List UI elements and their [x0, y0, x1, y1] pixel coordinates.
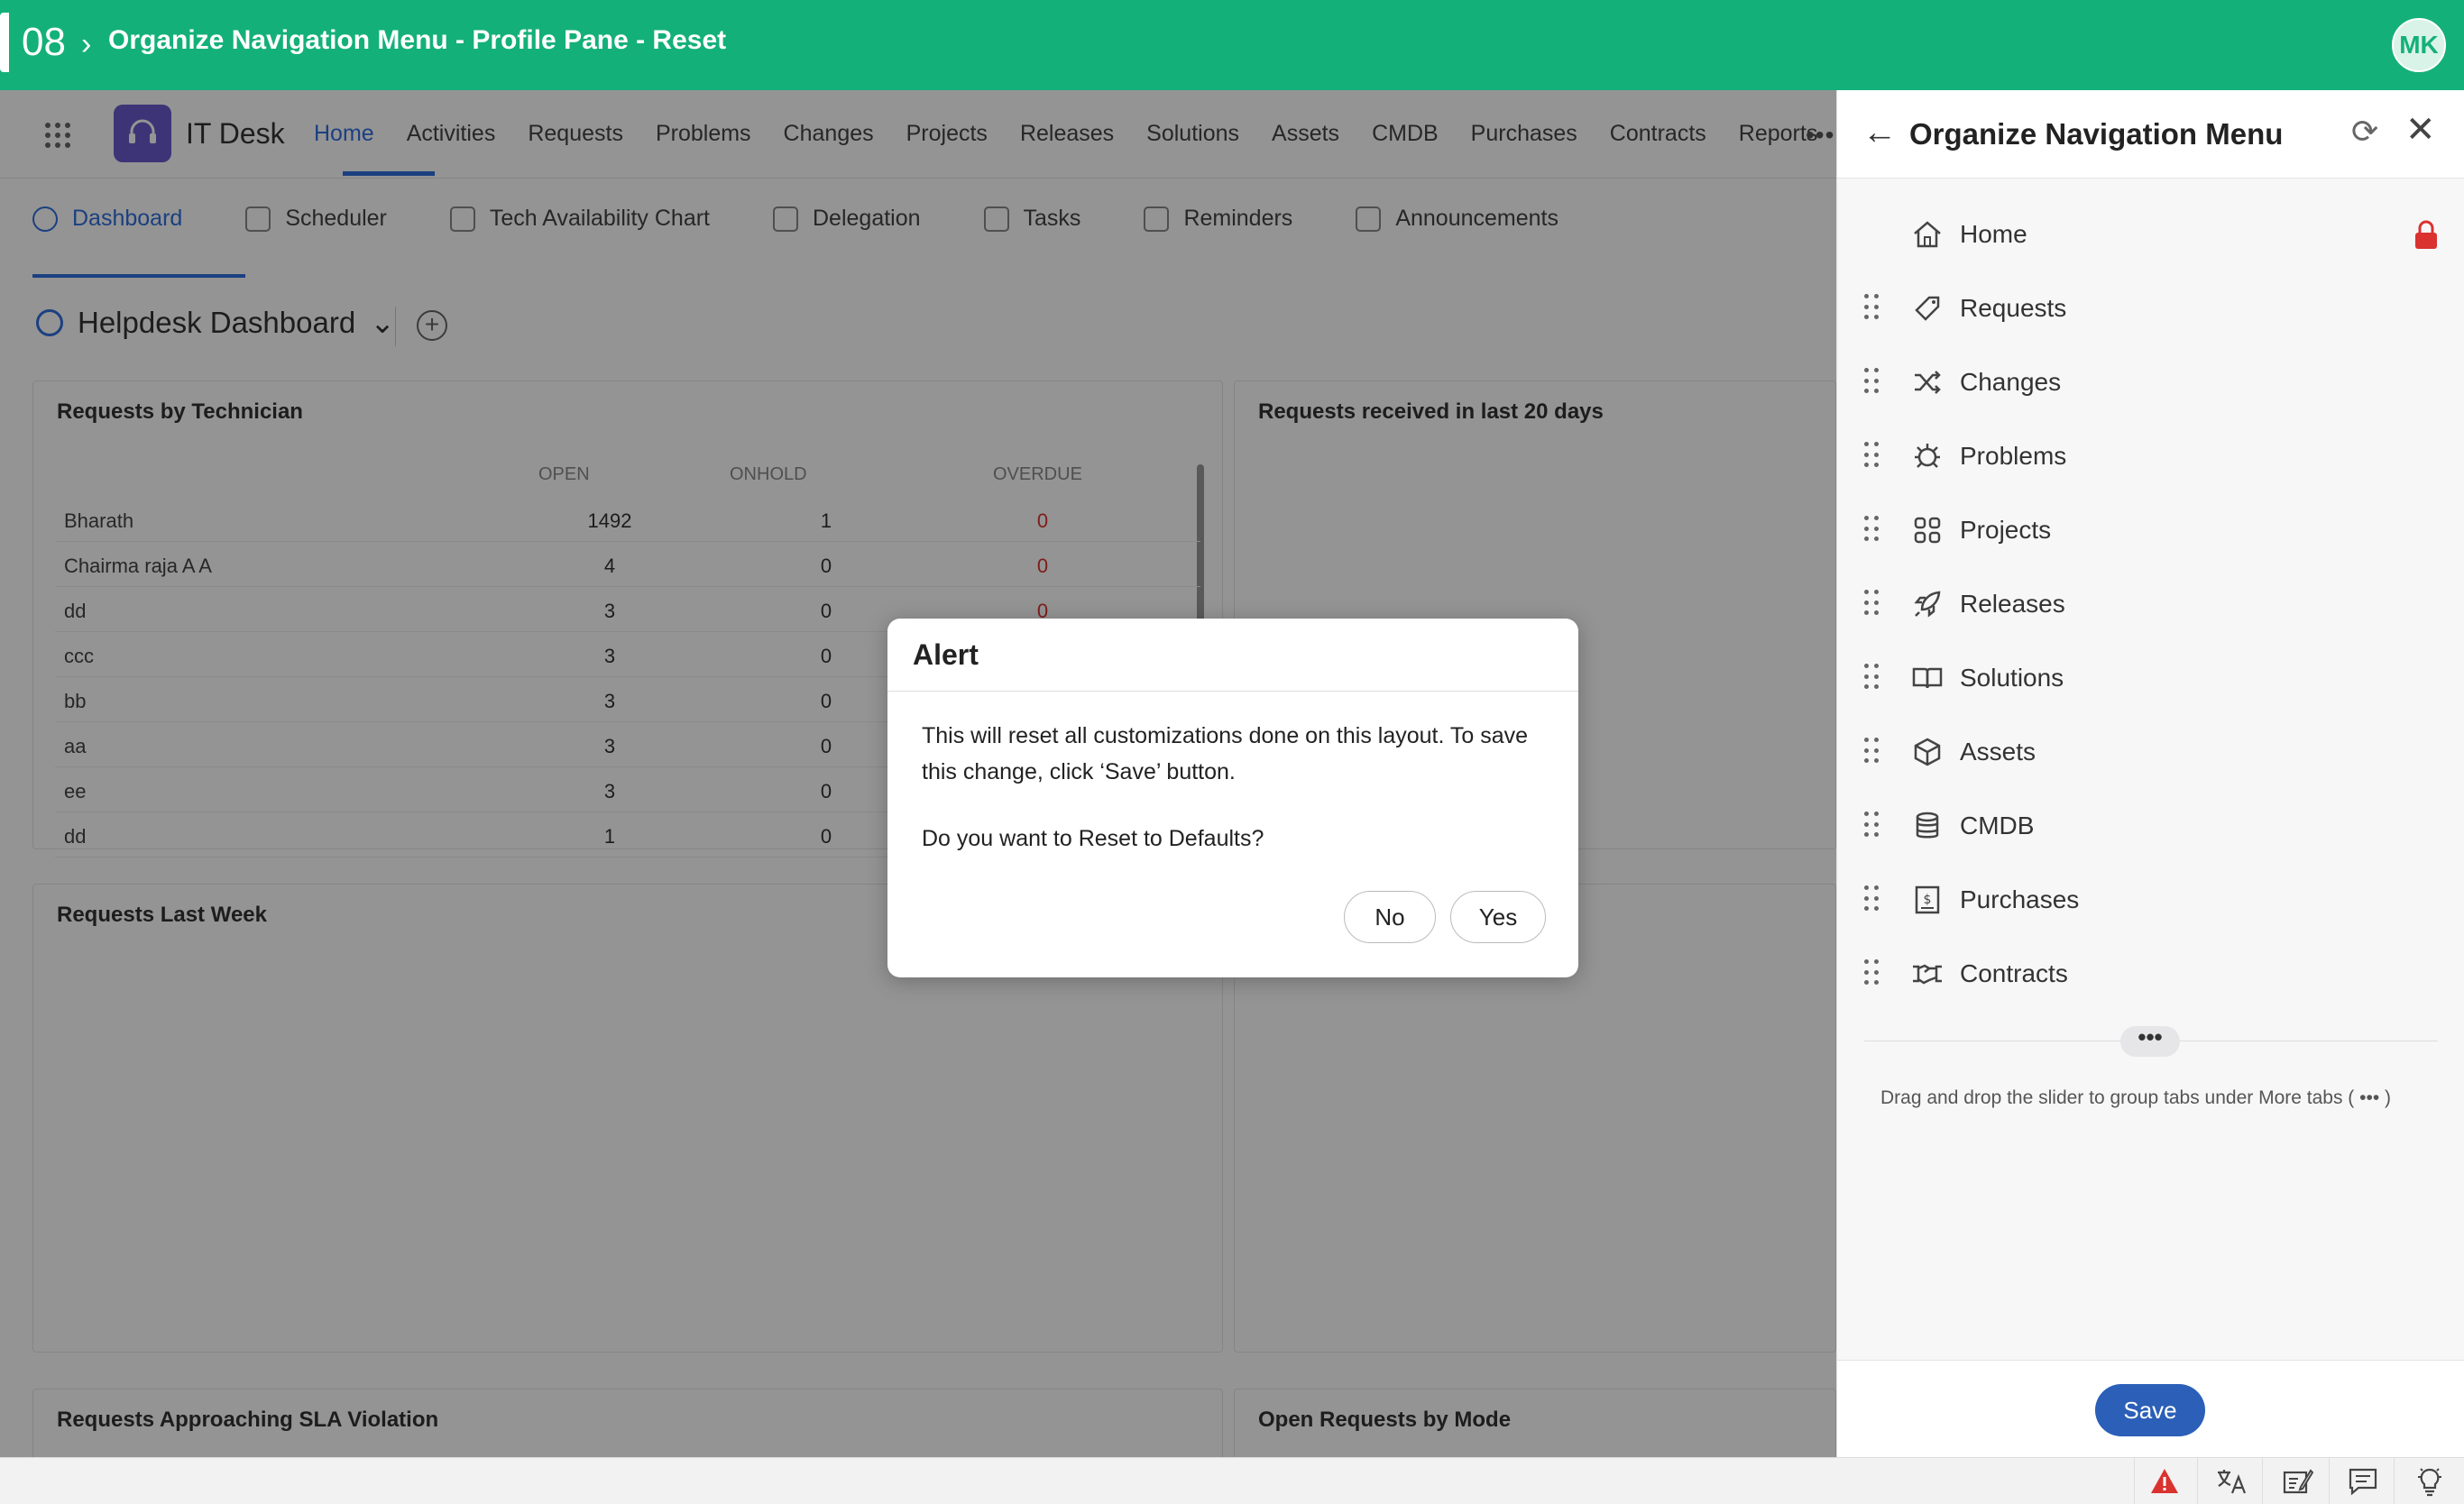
nav-item-releases[interactable]: Releases — [1837, 568, 2464, 642]
nav-item-projects[interactable]: Projects — [1837, 494, 2464, 568]
translate-icon[interactable] — [2215, 1465, 2248, 1498]
nav-item-label: Purchases — [1960, 885, 2080, 913]
nav-item-label: CMDB — [1960, 812, 2035, 839]
status-bar — [0, 1457, 2464, 1504]
lightbulb-icon[interactable] — [2413, 1465, 2446, 1498]
panel-title: Organize Navigation Menu — [1909, 117, 2284, 151]
svg-text:$: $ — [1924, 893, 1932, 907]
nav-item-home: Home — [1837, 198, 2464, 272]
chevron-right-icon: › — [81, 27, 92, 61]
drag-handle-icon[interactable] — [1864, 664, 1879, 691]
divider — [2134, 1458, 2135, 1504]
no-button[interactable]: No — [1344, 891, 1436, 943]
puzzle-icon — [1909, 512, 1945, 548]
nav-item-label: Home — [1960, 220, 2027, 248]
warning-icon[interactable] — [2148, 1465, 2181, 1498]
reset-icon[interactable]: ⟳ — [2351, 115, 2378, 148]
save-button[interactable]: Save — [2095, 1384, 2205, 1436]
drag-handle-icon[interactable] — [1864, 738, 1879, 765]
book-icon — [1909, 660, 1945, 696]
more-tabs-slider[interactable]: ••• — [2120, 1025, 2180, 1057]
nav-item-solutions[interactable]: Solutions — [1837, 642, 2464, 716]
handshake-icon — [1909, 956, 1945, 992]
back-arrow-icon[interactable]: ← — [1862, 115, 1897, 150]
divider — [2394, 1458, 2395, 1504]
close-icon[interactable]: ✕ — [2405, 112, 2436, 148]
notes-icon[interactable] — [2282, 1465, 2314, 1498]
alert-question: Do you want to Reset to Defaults? — [922, 826, 1264, 851]
panel-footer: Save — [1837, 1360, 2464, 1457]
nav-item-changes[interactable]: Changes — [1837, 346, 2464, 420]
rocket-icon — [1909, 586, 1945, 622]
alert-dialog: Alert This will reset all customizations… — [887, 619, 1578, 977]
nav-item-label: Solutions — [1960, 664, 2064, 692]
organize-nav-panel: ← Organize Navigation Menu ⟳ ✕ Home Requ… — [1836, 90, 2464, 1457]
drag-handle-icon[interactable] — [1864, 294, 1879, 321]
step-number: 08 — [0, 13, 83, 72]
title-bar: 08 › Organize Navigation Menu - Profile … — [0, 0, 2464, 90]
drag-handle-icon[interactable] — [1864, 368, 1879, 395]
page-title: Organize Navigation Menu - Profile Pane … — [108, 25, 727, 55]
nav-item-purchases[interactable]: $ Purchases — [1837, 864, 2464, 938]
yes-button[interactable]: Yes — [1450, 891, 1546, 943]
nav-item-label: Problems — [1960, 442, 2067, 470]
nav-item-assets[interactable]: Assets — [1837, 716, 2464, 790]
nav-item-label: Changes — [1960, 368, 2062, 396]
divider — [887, 691, 1578, 692]
drag-handle-icon[interactable] — [1864, 885, 1879, 912]
lock-icon — [2413, 220, 2440, 249]
divider — [2262, 1458, 2263, 1504]
nav-item-contracts[interactable]: Contracts — [1837, 938, 2464, 1012]
home-icon — [1909, 216, 1945, 252]
receipt-icon: $ — [1909, 882, 1945, 918]
drag-handle-icon[interactable] — [1864, 442, 1879, 469]
panel-header: ← Organize Navigation Menu ⟳ ✕ — [1837, 90, 2464, 179]
nav-item-label: Assets — [1960, 738, 2036, 766]
nav-item-requests[interactable]: Requests — [1837, 272, 2464, 346]
cube-icon — [1909, 734, 1945, 770]
drag-handle-icon[interactable] — [1864, 516, 1879, 543]
nav-item-label: Contracts — [1960, 959, 2068, 987]
drag-hint-text: Drag and drop the slider to group tabs u… — [1880, 1087, 2392, 1108]
nav-item-label: Releases — [1960, 590, 2065, 618]
tag-icon — [1909, 290, 1945, 326]
alert-message: This will reset all customizations done … — [922, 723, 1529, 784]
drag-handle-icon[interactable] — [1864, 590, 1879, 617]
divider — [2329, 1458, 2330, 1504]
drag-handle-icon[interactable] — [1864, 812, 1879, 839]
database-icon — [1909, 808, 1945, 844]
bug-icon — [1909, 438, 1945, 474]
shuffle-icon — [1909, 364, 1945, 400]
alert-title: Alert — [913, 638, 979, 671]
chat-icon[interactable] — [2347, 1465, 2379, 1498]
nav-item-cmdb[interactable]: CMDB — [1837, 790, 2464, 864]
nav-item-problems[interactable]: Problems — [1837, 420, 2464, 494]
drag-handle-icon[interactable] — [1864, 959, 1879, 986]
avatar[interactable]: MK — [2392, 18, 2446, 72]
nav-item-label: Projects — [1960, 516, 2052, 544]
divider — [2197, 1458, 2198, 1504]
nav-item-label: Requests — [1960, 294, 2067, 322]
